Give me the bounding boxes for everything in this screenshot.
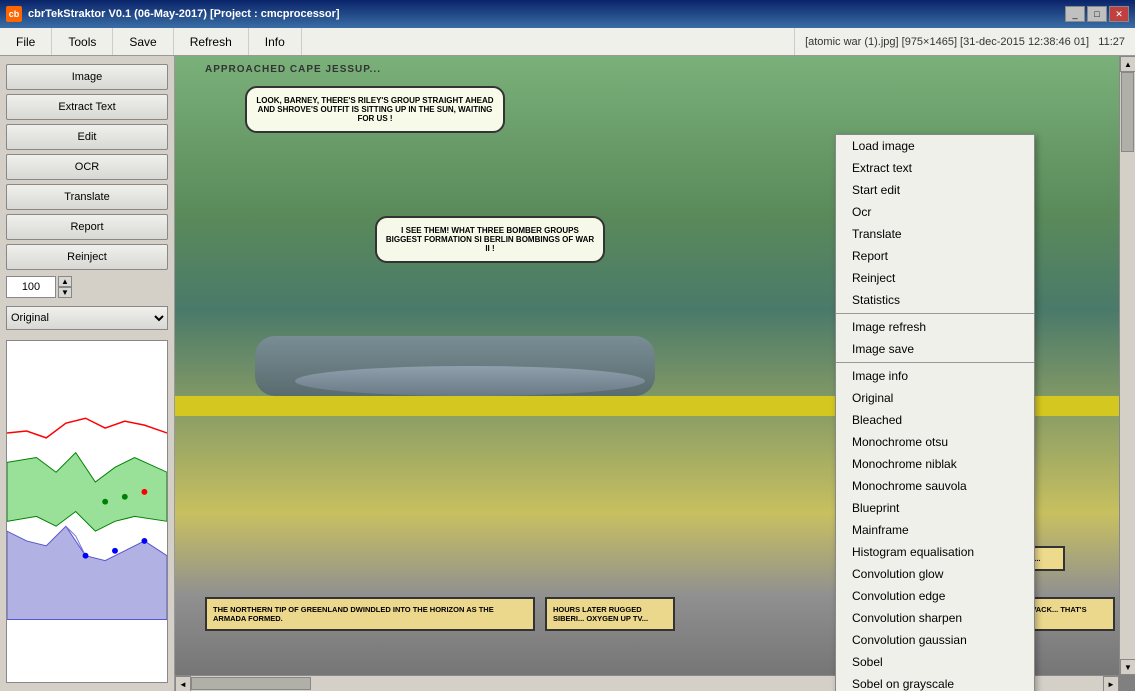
translate-button[interactable]: Translate (6, 184, 168, 210)
menu-item-monochrome-sauvola[interactable]: Monochrome sauvola (836, 475, 1034, 497)
info-menu[interactable]: Info (249, 28, 302, 55)
menu-item-original[interactable]: Original (836, 387, 1034, 409)
menu-item-sobel[interactable]: Sobel (836, 651, 1034, 673)
menu-item-image-refresh[interactable]: Image refresh (836, 316, 1034, 338)
menu-item-sobel-grayscale[interactable]: Sobel on grayscale (836, 673, 1034, 691)
header-text: APPROACHED CAPE JESSUP... (205, 64, 1119, 75)
scroll-thumb-v[interactable] (1121, 72, 1134, 152)
menu-item-ocr[interactable]: Ocr (836, 201, 1034, 223)
reinject-button[interactable]: Reinject (6, 244, 168, 270)
view-mode-select[interactable]: Original Bleached Monochrome otsu Monoch… (6, 306, 168, 330)
menu-item-reinject[interactable]: Reinject (836, 267, 1034, 289)
dropdown-menu: Load imageExtract textStart editOcrTrans… (835, 134, 1035, 691)
menu-item-extract-text[interactable]: Extract text (836, 157, 1034, 179)
file-menu[interactable]: File (0, 28, 52, 55)
extract-text-button[interactable]: Extract Text (6, 94, 168, 120)
zoom-up-button[interactable]: ▲ (58, 276, 72, 287)
scroll-down-button[interactable]: ▼ (1120, 659, 1135, 675)
content-area: APPROACHED CAPE JESSUP... LOOK, BARNEY, … (175, 56, 1135, 691)
menu-item-convolution-gaussian[interactable]: Convolution gaussian (836, 629, 1034, 651)
main-area: Image Extract Text Edit OCR Translate Re… (0, 56, 1135, 691)
file-info: [atomic war (1).jpg] [975×1465] [31-dec-… (794, 28, 1135, 55)
scroll-track-v (1120, 72, 1135, 659)
menu-item-mainframe[interactable]: Mainframe (836, 519, 1034, 541)
window-title: cbrTekStraktor V0.1 (06-May-2017) [Proje… (28, 8, 340, 20)
menu-item-convolution-sharpen[interactable]: Convolution sharpen (836, 607, 1034, 629)
tools-menu[interactable]: Tools (52, 28, 113, 55)
maximize-button[interactable]: □ (1087, 6, 1107, 22)
menu-item-load-image[interactable]: Load image (836, 135, 1034, 157)
zoom-control: ▲ ▼ (6, 276, 168, 298)
edit-button[interactable]: Edit (6, 124, 168, 150)
minimize-button[interactable]: _ (1065, 6, 1085, 22)
menu-item-image-save[interactable]: Image save (836, 338, 1034, 360)
menu-item-bleached[interactable]: Bleached (836, 409, 1034, 431)
menu-divider-8 (836, 313, 1034, 314)
menu-item-monochrome-niblak[interactable]: Monochrome niblak (836, 453, 1034, 475)
report-button[interactable]: Report (6, 214, 168, 240)
close-button[interactable]: ✕ (1109, 6, 1129, 22)
menu-item-convolution-glow[interactable]: Convolution glow (836, 563, 1034, 585)
scroll-left-button[interactable]: ◄ (175, 676, 191, 691)
menu-bar: File Tools Save Refresh Info [atomic war… (0, 28, 1135, 56)
menu-item-report[interactable]: Report (836, 245, 1034, 267)
menu-divider-10 (836, 362, 1034, 363)
ocr-button[interactable]: OCR (6, 154, 168, 180)
window-controls: _ □ ✕ (1065, 6, 1129, 22)
zoom-down-button[interactable]: ▼ (58, 287, 72, 298)
caption-2: HOURS LATER RUGGED SIBERI... OXYGEN UP T… (545, 597, 675, 631)
menu-item-translate[interactable]: Translate (836, 223, 1034, 245)
save-menu[interactable]: Save (113, 28, 173, 55)
mini-graph (6, 340, 168, 683)
menu-item-monochrome-otsu[interactable]: Monochrome otsu (836, 431, 1034, 453)
menu-item-histogram-equalisation[interactable]: Histogram equalisation (836, 541, 1034, 563)
menu-item-convolution-edge[interactable]: Convolution edge (836, 585, 1034, 607)
app-icon: cb (6, 6, 22, 22)
vertical-scrollbar[interactable]: ▲ ▼ (1119, 56, 1135, 675)
menu-item-image-info[interactable]: Image info (836, 365, 1034, 387)
zoom-spinners: ▲ ▼ (58, 276, 72, 298)
refresh-menu[interactable]: Refresh (174, 28, 249, 55)
left-panel: Image Extract Text Edit OCR Translate Re… (0, 56, 175, 691)
caption-1: THE NORTHERN TIP OF GREENLAND DWINDLED I… (205, 597, 535, 631)
menu-item-statistics[interactable]: Statistics (836, 289, 1034, 311)
menu-item-start-edit[interactable]: Start edit (836, 179, 1034, 201)
speech-bubble-1: LOOK, BARNEY, THERE'S RILEY'S GROUP STRA… (245, 86, 505, 133)
scroll-up-button[interactable]: ▲ (1120, 56, 1135, 72)
image-button[interactable]: Image (6, 64, 168, 90)
scroll-right-button[interactable]: ► (1103, 676, 1119, 691)
menu-item-blueprint[interactable]: Blueprint (836, 497, 1034, 519)
zoom-input[interactable] (6, 276, 56, 298)
title-bar: cb cbrTekStraktor V0.1 (06-May-2017) [Pr… (0, 0, 1135, 28)
title-bar-left: cb cbrTekStraktor V0.1 (06-May-2017) [Pr… (6, 6, 340, 22)
scroll-thumb-h[interactable] (191, 677, 311, 690)
speech-bubble-2: I SEE THEM! WHAT THREE BOMBER GROUPS BIG… (375, 216, 605, 263)
